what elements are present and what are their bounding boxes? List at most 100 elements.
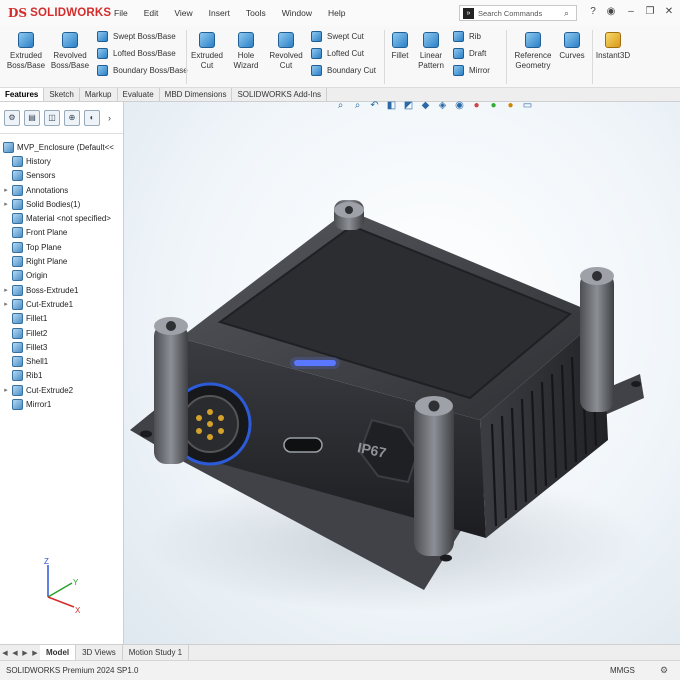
- draft-button[interactable]: Draft: [453, 48, 486, 59]
- last-tab-icon[interactable]: ▶: [30, 649, 40, 657]
- tab-mbd-dimensions[interactable]: MBD Dimensions: [160, 88, 233, 101]
- expand-arrow-icon[interactable]: ▸: [0, 286, 12, 294]
- display-manager-icon[interactable]: ◐: [84, 109, 100, 126]
- help-icon[interactable]: ?: [586, 5, 600, 19]
- revolved-boss-button[interactable]: Revolved Boss/Base: [50, 32, 90, 71]
- tab-features[interactable]: Features: [0, 88, 45, 101]
- instant3d-button[interactable]: Instant3D: [595, 32, 631, 61]
- mirror-button[interactable]: Mirror: [453, 65, 490, 76]
- tree-item[interactable]: Fillet1: [0, 312, 123, 326]
- linear-pattern-icon: [423, 32, 439, 48]
- chevron-right-icon[interactable]: ›: [108, 113, 111, 123]
- curves-button[interactable]: Curves: [558, 32, 586, 61]
- prev-tab-icon[interactable]: ◀: [10, 649, 20, 657]
- configuration-manager-icon[interactable]: ◫: [44, 109, 60, 126]
- tab-markup[interactable]: Markup: [80, 88, 118, 101]
- display-monitor-icon[interactable]: ▭: [520, 98, 535, 113]
- hide-show-items-icon[interactable]: ◉: [452, 98, 467, 113]
- view-settings-icon[interactable]: ●: [503, 98, 518, 113]
- menu-file[interactable]: File: [114, 8, 128, 18]
- tab-sketch[interactable]: Sketch: [44, 88, 80, 101]
- dimxpert-icon[interactable]: ⊕: [64, 109, 80, 126]
- display-style-icon[interactable]: ◈: [435, 98, 450, 113]
- tab-motion-study-1[interactable]: Motion Study 1: [123, 645, 190, 660]
- tree-item[interactable]: Fillet3: [0, 340, 123, 354]
- tree-item[interactable]: Fillet2: [0, 326, 123, 340]
- menu-edit[interactable]: Edit: [144, 8, 159, 18]
- reference-geometry-button[interactable]: Reference Geometry: [511, 32, 555, 71]
- customize-status-icon[interactable]: ⚙: [660, 665, 668, 676]
- view-orientation-icon[interactable]: ◆: [418, 98, 433, 113]
- hole-wizard-button[interactable]: Hole Wizard: [229, 32, 263, 71]
- rib-button[interactable]: Rib: [453, 31, 481, 42]
- revolved-boss-icon: [62, 32, 78, 48]
- unit-system[interactable]: MMGS: [610, 666, 635, 675]
- section-view-icon[interactable]: ◧: [384, 98, 399, 113]
- tree-item[interactable]: Shell1: [0, 354, 123, 368]
- extruded-boss-button[interactable]: Extruded Boss/Base: [6, 32, 46, 71]
- tree-item[interactable]: Top Plane: [0, 240, 123, 254]
- tree-item[interactable]: Right Plane: [0, 254, 123, 268]
- heads-up-view-toolbar: ⌕ ⌕ ↶ ◧ ◩ ◆ ◈ ◉ ● ● ● ▭: [333, 98, 537, 113]
- minimize-icon[interactable]: –: [624, 5, 638, 19]
- menu-tools[interactable]: Tools: [246, 8, 266, 18]
- menu-help[interactable]: Help: [328, 8, 345, 18]
- model-view-tabs: ◀ ◀ ▶ ▶ Model 3D Views Motion Study 1: [0, 644, 680, 660]
- property-manager-icon[interactable]: ▤: [24, 109, 40, 126]
- swept-boss-button[interactable]: Swept Boss/Base: [97, 31, 176, 42]
- expand-arrow-icon[interactable]: ▸: [0, 186, 12, 194]
- tab-solidworks-add-ins[interactable]: SOLIDWORKS Add-Ins: [232, 88, 328, 101]
- enclosure-model[interactable]: IP67: [124, 102, 680, 644]
- hole-wizard-label: Hole Wizard: [233, 51, 259, 70]
- swept-cut-button[interactable]: Swept Cut: [311, 31, 364, 42]
- search-commands-box[interactable]: » Search Commands ⌕: [459, 5, 577, 21]
- dynamic-annotation-icon[interactable]: ◩: [401, 98, 416, 113]
- tree-item[interactable]: Origin: [0, 269, 123, 283]
- tab-evaluate[interactable]: Evaluate: [118, 88, 160, 101]
- previous-view-icon[interactable]: ↶: [367, 98, 382, 113]
- menu-window[interactable]: Window: [282, 8, 312, 18]
- tree-item[interactable]: ▸ Annotations: [0, 183, 123, 197]
- user-icon[interactable]: ◉: [604, 5, 618, 19]
- apply-scene-icon[interactable]: ●: [486, 98, 501, 113]
- tree-root-part[interactable]: MVP_Enclosure (Default<<: [0, 140, 123, 154]
- fillet-button[interactable]: Fillet: [388, 32, 412, 61]
- tree-item[interactable]: ▸ Cut-Extrude2: [0, 383, 123, 397]
- tree-item[interactable]: Front Plane: [0, 226, 123, 240]
- first-tab-icon[interactable]: ◀: [0, 649, 10, 657]
- close-icon[interactable]: ✕: [662, 5, 676, 19]
- boundary-cut-label: Boundary Cut: [327, 66, 376, 75]
- lofted-boss-button[interactable]: Lofted Boss/Base: [97, 48, 176, 59]
- revolved-cut-button[interactable]: Revolved Cut: [267, 32, 305, 71]
- next-tab-icon[interactable]: ▶: [20, 649, 30, 657]
- solidworks-logo[interactable]: DS SOLIDWORKS: [8, 6, 114, 20]
- tree-item[interactable]: Rib1: [0, 369, 123, 383]
- tree-item[interactable]: Mirror1: [0, 397, 123, 411]
- edit-appearance-icon[interactable]: ●: [469, 98, 484, 113]
- extruded-cut-button[interactable]: Extruded Cut: [189, 32, 225, 71]
- restore-icon[interactable]: ❐: [643, 5, 657, 19]
- graphics-area[interactable]: IP67: [124, 102, 680, 644]
- tree-item[interactable]: Material <not specified>: [0, 211, 123, 225]
- tree-item[interactable]: History: [0, 154, 123, 168]
- tree-item[interactable]: ▸ Boss-Extrude1: [0, 283, 123, 297]
- expand-arrow-icon[interactable]: ▸: [0, 386, 12, 394]
- expand-arrow-icon[interactable]: ▸: [0, 200, 12, 208]
- expand-arrow-icon[interactable]: ▸: [0, 300, 12, 308]
- tree-item[interactable]: Sensors: [0, 169, 123, 183]
- tree-item[interactable]: ▸ Cut-Extrude1: [0, 297, 123, 311]
- menu-insert[interactable]: Insert: [209, 8, 230, 18]
- tree-item[interactable]: ▸ Solid Bodies(1): [0, 197, 123, 211]
- linear-pattern-button[interactable]: Linear Pattern: [415, 32, 447, 71]
- lofted-cut-button[interactable]: Lofted Cut: [311, 48, 364, 59]
- zoom-to-area-icon[interactable]: ⌕: [350, 98, 365, 113]
- feature-icon: [12, 170, 23, 182]
- menu-view[interactable]: View: [174, 8, 192, 18]
- tab-model[interactable]: Model: [40, 645, 77, 660]
- zoom-to-fit-icon[interactable]: ⌕: [333, 98, 348, 113]
- feature-manager-icon[interactable]: ⚙: [4, 109, 20, 126]
- search-icon[interactable]: ⌕: [564, 8, 576, 19]
- boundary-boss-button[interactable]: Boundary Boss/Base: [97, 65, 188, 76]
- boundary-cut-button[interactable]: Boundary Cut: [311, 65, 376, 76]
- tab-3d-views[interactable]: 3D Views: [76, 645, 123, 660]
